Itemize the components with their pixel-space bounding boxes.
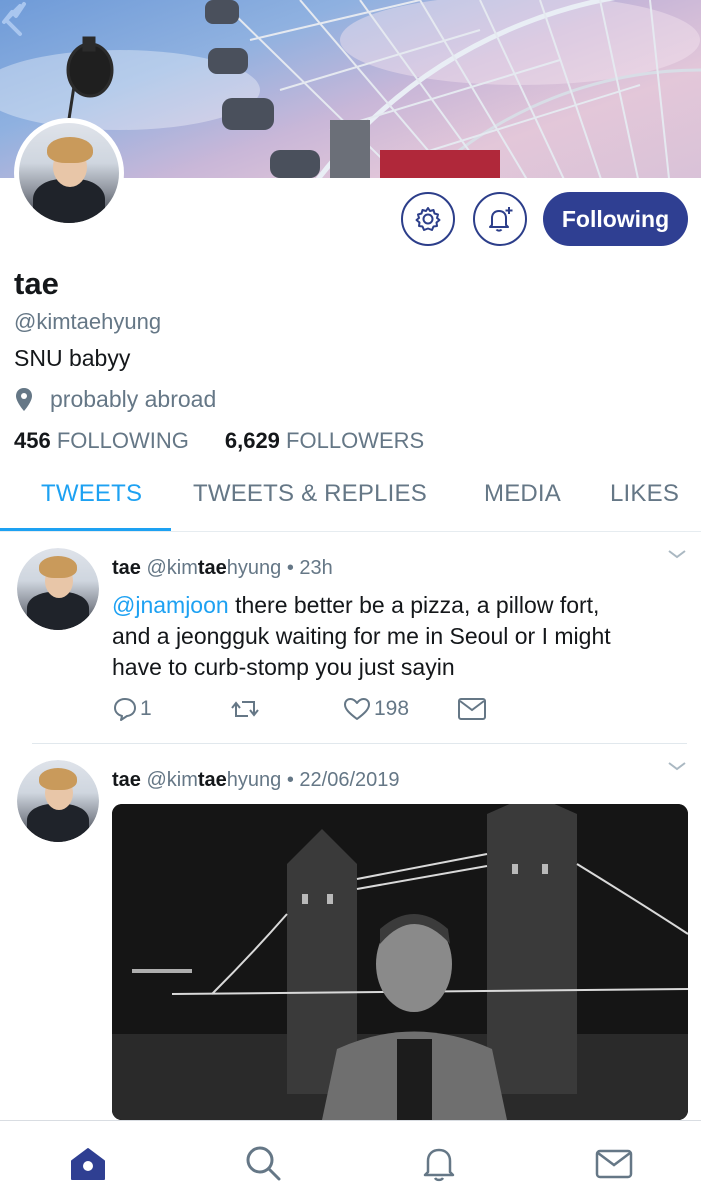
search-icon[interactable] [243,1143,283,1183]
following-stat[interactable]: 456 FOLLOWING [14,428,189,454]
tweet-header: tae @kimtaehyung • 22/06/2019 [112,769,400,791]
tweet-avatar[interactable] [17,760,99,842]
tower-bridge-photo [112,804,688,1120]
tweet-author-handle: @kimtaehyung [146,557,282,579]
retweet-button[interactable] [230,696,260,722]
chevron-down-icon[interactable] [666,759,688,773]
bottom-navigation [0,1120,701,1200]
tab-tweets[interactable]: TWEETS [41,480,142,508]
tweet-actions: 1 198 [112,696,512,730]
notifications-icon[interactable] [419,1143,459,1183]
tab-media[interactable]: MEDIA [484,480,561,508]
tweet-text: @jnamjoon there better be a pizza, a pil… [112,592,611,680]
home-icon[interactable] [68,1143,108,1183]
reply-button[interactable]: 1 [112,696,152,722]
direct-message-button[interactable] [457,696,487,722]
tweet-photo[interactable] [112,804,688,1120]
tweet-time: 22/06/2019 [299,769,400,791]
messages-icon[interactable] [594,1143,634,1183]
like-button[interactable]: 198 [342,696,409,722]
tweet-author-name: tae [112,557,141,579]
tabs-divider [0,531,701,532]
tab-likes[interactable]: LIKES [610,480,679,508]
like-count: 198 [374,697,410,720]
tweet-author-name: tae [112,769,141,791]
location-pin-icon [16,387,32,411]
profile-tabs: TWEETS TWEETS & REPLIES MEDIA LIKES [0,470,701,532]
profile-stats: 456 FOLLOWING 6,629 FOLLOWERS [14,428,424,454]
profile-name: tae [14,266,59,301]
heart-icon [344,698,370,720]
followers-stat[interactable]: 6,629 FOLLOWERS [225,428,424,454]
tweet-header: tae @kimtaehyung • 23h [112,557,333,579]
bell-plus-icon [489,207,513,232]
tab-tweets-replies[interactable]: TWEETS & REPLIES [193,480,427,508]
chevron-down-icon[interactable] [666,547,688,561]
tweet-avatar[interactable] [17,548,99,630]
tweet-time: 23h [299,557,333,579]
share-icon[interactable] [0,0,28,28]
profile-handle: @kimtaehyung [14,309,162,334]
settings-button[interactable] [401,192,455,246]
envelope-icon [458,698,486,720]
reply-icon [114,698,136,721]
following-button[interactable]: Following [543,192,688,246]
reply-count: 1 [140,697,152,720]
retweet-icon [231,701,259,717]
notifications-toggle-button[interactable] [473,192,527,246]
profile-bio: SNU babyy [14,345,131,371]
tweet-divider [32,743,687,744]
tweet-author-handle: @kimtaehyung [146,769,282,791]
profile-avatar[interactable] [14,118,124,228]
gear-icon [415,207,441,231]
location-text: probably abroad [50,386,217,412]
tweet-mention[interactable]: @jnamjoon [112,592,229,618]
profile-location: probably abroad [14,386,216,413]
